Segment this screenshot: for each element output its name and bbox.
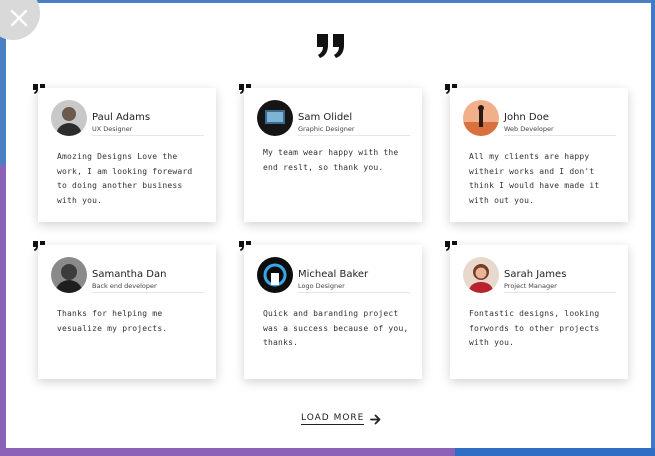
reviewer-name: Micheal Baker [298, 269, 369, 280]
reviewer-name: Paul Adams [92, 112, 151, 123]
avatar [257, 257, 293, 293]
avatar [257, 100, 293, 136]
testimonial-card: Sam Olidel Graphic Designer My team wear… [244, 88, 422, 222]
reviewer-role: Graphic Designer [298, 125, 355, 133]
reviewer-role: Web Developer [504, 125, 554, 133]
avatar [51, 257, 87, 293]
testimonial-text: Quick and baranding project was a succes… [263, 309, 409, 347]
divider [298, 292, 410, 293]
divider [504, 135, 616, 136]
frame-right-border [651, 0, 655, 456]
reviewer-role: Back end developer [92, 282, 157, 290]
testimonial-card: Paul Adams UX Designer Amozing Designs L… [38, 88, 216, 222]
divider [92, 135, 204, 136]
divider [504, 292, 616, 293]
quote-icon [317, 34, 344, 58]
testimonial-card: Sarah James Project Manager Fontastic de… [450, 245, 628, 379]
reviewer-role: UX Designer [92, 125, 133, 133]
reviewer-role: Project Manager [504, 282, 557, 290]
testimonial-text: Amozing Designs Love the work, I am look… [57, 152, 193, 205]
load-more-label: LOAD MORE [301, 413, 365, 425]
frame-bottom-border-purple [0, 448, 455, 456]
reviewer-role: Logo Designer [298, 282, 345, 290]
testimonial-text: Fontastic designs, looking forwords to o… [469, 309, 600, 347]
avatar [51, 100, 87, 136]
frame-left-border-purple [0, 165, 6, 456]
divider [92, 292, 204, 293]
avatar [463, 257, 499, 293]
arrow-right-icon [370, 414, 381, 424]
avatar [463, 100, 499, 136]
testimonial-card: Micheal Baker Logo Designer Quick and ba… [244, 245, 422, 379]
close-icon [10, 9, 28, 27]
divider [298, 135, 410, 136]
reviewer-name: Sam Olidel [298, 112, 353, 123]
testimonial-card: John Doe Web Developer All my clients ar… [450, 88, 628, 222]
reviewer-name: Sarah James [504, 269, 567, 280]
load-more-button[interactable]: LOAD MORE [301, 413, 381, 425]
frame-top-border [0, 0, 655, 3]
testimonial-text: My team wear happy with the end reslt, s… [263, 148, 399, 172]
testimonial-card: Samantha Dan Back end developer Thanks f… [38, 245, 216, 379]
close-button[interactable] [0, 0, 40, 40]
testimonial-text: All my clients are happy witheir works a… [469, 152, 600, 205]
reviewer-name: John Doe [504, 112, 549, 123]
testimonial-text: Thanks for helping me vesualize my proje… [57, 309, 168, 333]
reviewer-name: Samantha Dan [92, 269, 167, 280]
frame-bottom-border-blue [455, 448, 655, 456]
